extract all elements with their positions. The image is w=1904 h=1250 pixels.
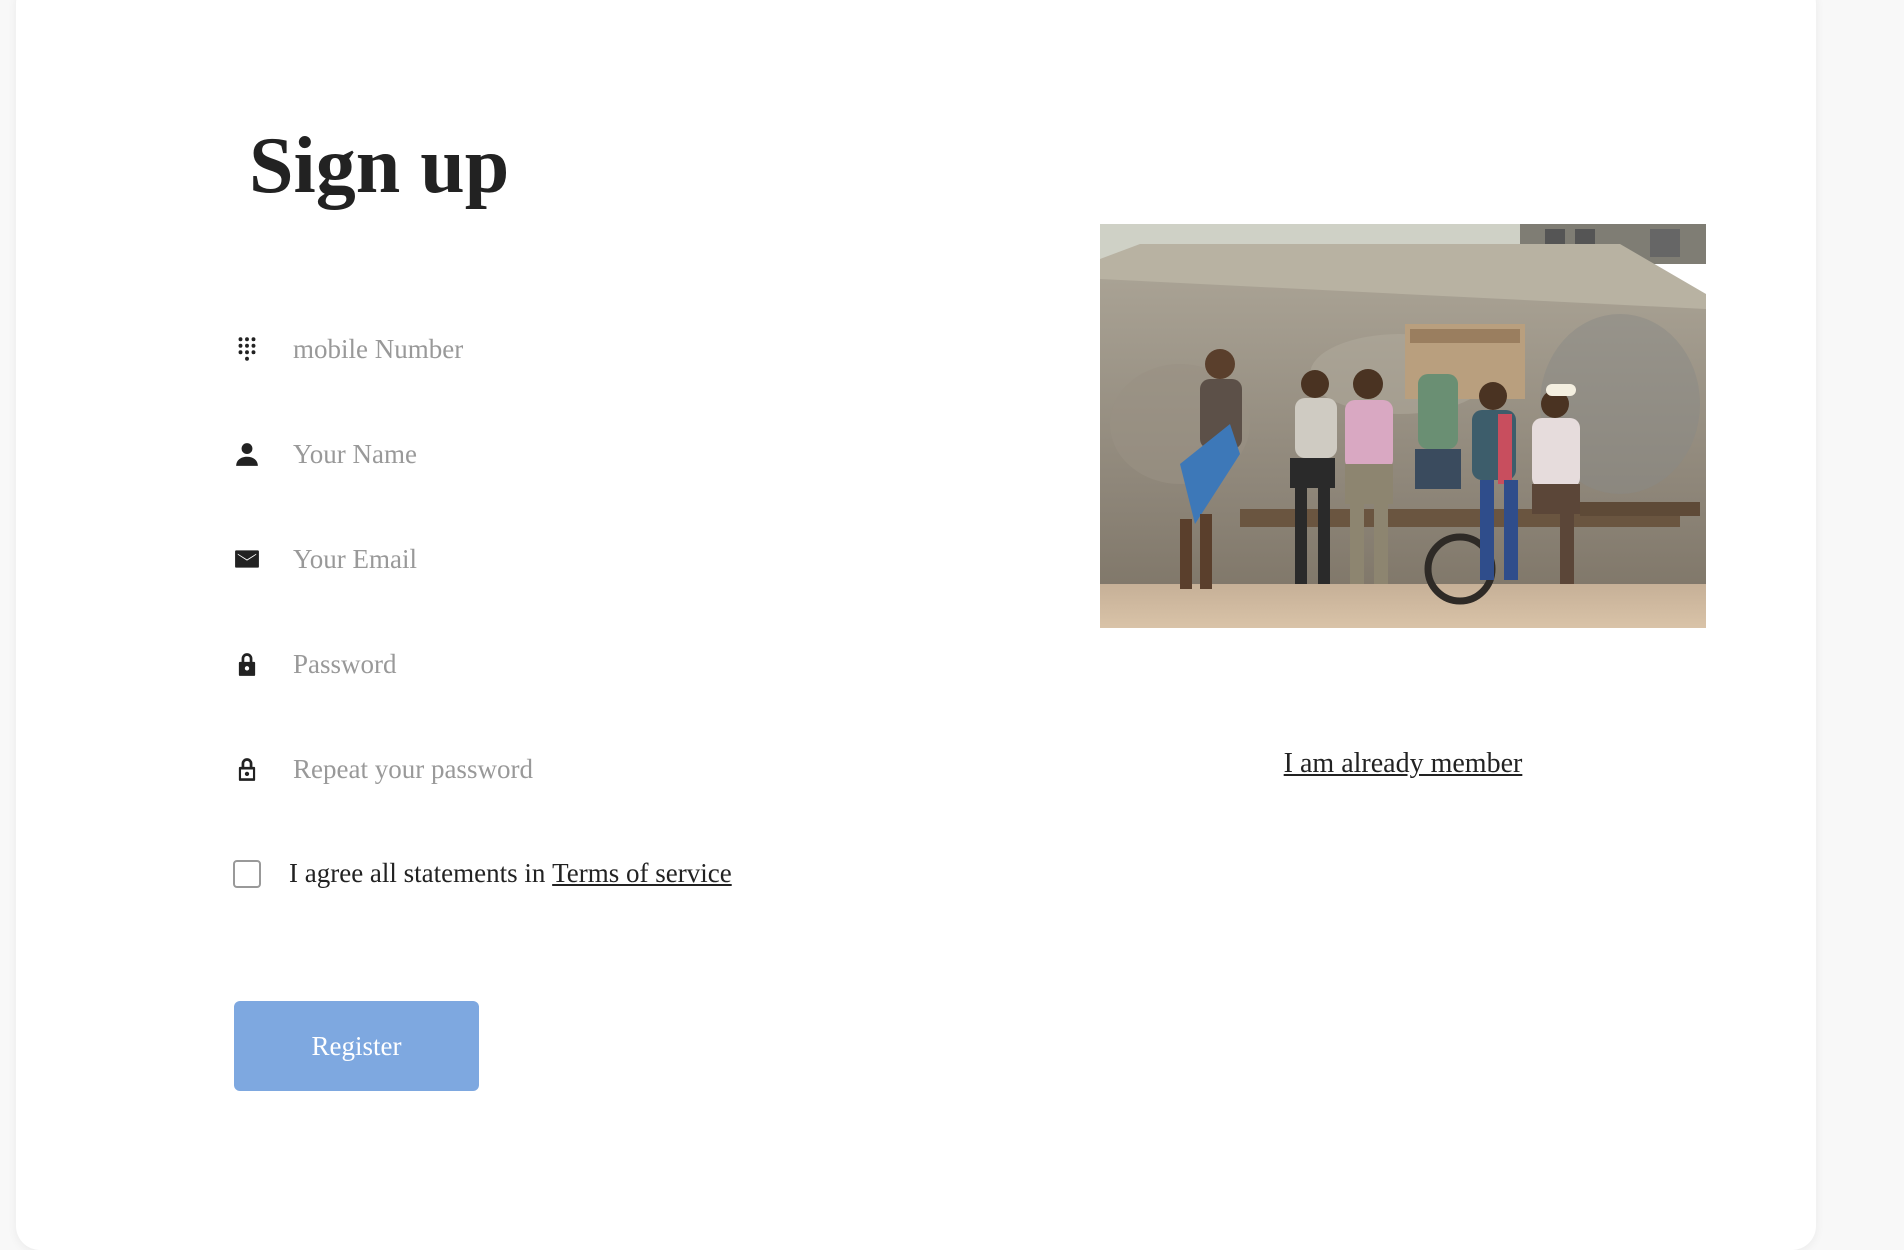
name-field-row: [233, 428, 793, 480]
mobile-number-input[interactable]: [293, 327, 793, 371]
password-input[interactable]: [293, 642, 793, 686]
repeat-password-field-row: [233, 743, 793, 795]
email-input[interactable]: [293, 537, 793, 581]
email-icon: [233, 545, 261, 573]
lock-outline-icon: [233, 755, 261, 783]
group-of-men-sitting-photo: [1100, 224, 1706, 628]
name-input[interactable]: [293, 432, 793, 476]
repeat-password-input[interactable]: [293, 747, 793, 791]
register-button[interactable]: Register: [234, 1001, 479, 1091]
email-field-row: [233, 533, 793, 585]
person-icon: [233, 440, 261, 468]
agree-checkbox[interactable]: [233, 859, 261, 888]
already-member-link[interactable]: I am already member: [1100, 748, 1706, 780]
terms-agreement-row: I agree all statements in Terms of servi…: [233, 858, 732, 889]
password-field-row: [233, 638, 793, 690]
mobile-field-row: [233, 323, 793, 375]
agree-text: I agree all statements in: [289, 858, 553, 888]
terms-of-service-link[interactable]: Terms of service: [552, 858, 732, 889]
page-title: Sign up: [249, 122, 510, 210]
lock-icon: [233, 650, 261, 678]
dialpad-icon: [233, 335, 261, 363]
